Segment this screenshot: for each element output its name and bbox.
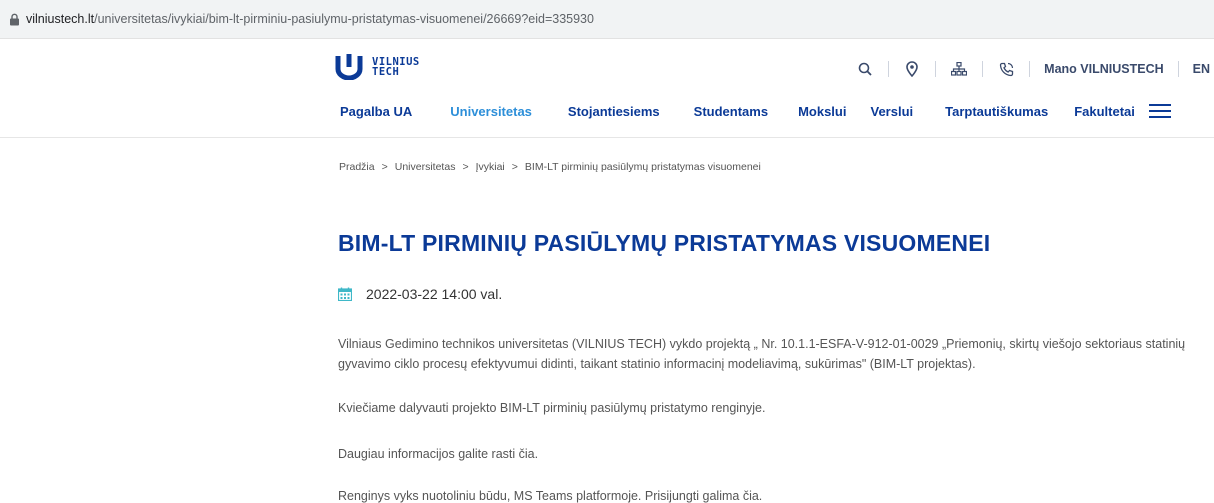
divider	[1177, 61, 1179, 77]
divider	[888, 61, 890, 77]
url-text[interactable]: vilniustech.lt/universitetas/ivykiai/bim…	[26, 12, 594, 26]
nav-item-stojantiesiems[interactable]: Stojantiesiems	[568, 104, 660, 119]
breadcrumb-item[interactable]: Universitetas	[395, 161, 456, 173]
calendar-icon	[338, 287, 352, 301]
logo-line-2: TECH	[372, 66, 400, 78]
divider	[935, 61, 937, 77]
breadcrumb-item[interactable]: Pradžia	[339, 161, 375, 173]
address-bar[interactable]: vilniustech.lt/universitetas/ivykiai/bim…	[0, 0, 1214, 39]
search-icon[interactable]	[856, 60, 874, 78]
nav-item-universitetas[interactable]: Universitetas	[450, 104, 532, 119]
page-title: BIM-LT PIRMINIŲ PASIŪLYMŲ PRISTATYMAS VI…	[338, 230, 991, 256]
breadcrumb-separator: >	[381, 161, 388, 173]
breadcrumb: Pradžia > Universitetas > Įvykiai > BIM-LT pir…	[339, 161, 761, 173]
nav-item-tarptautiskumas[interactable]: Tarptautiškumas	[945, 104, 1048, 119]
event-date-text: 2022-03-22 14:00 val.	[366, 286, 503, 302]
article-paragraph: Renginys vyks nuotoliniu būdu, MS Teams …	[338, 489, 763, 503]
event-date: 2022-03-22 14:00 val.	[338, 286, 502, 302]
hamburger-menu-icon[interactable]	[1148, 104, 1171, 118]
nav-item-fakultetai[interactable]: Fakultetai	[1074, 104, 1135, 119]
mano-vilniustech-link[interactable]: Mano VILNIUSTECH	[1044, 62, 1163, 76]
nav-item-pagalba-ua[interactable]: Pagalba UA	[340, 104, 412, 119]
nav-item-verslui[interactable]: Verslui	[870, 104, 913, 119]
url-domain: vilniustech.lt	[26, 12, 95, 26]
utility-bar: Mano VILNIUSTECH EN	[856, 59, 1214, 79]
language-switch[interactable]: EN	[1193, 62, 1210, 76]
divider	[982, 61, 984, 77]
sitemap-icon[interactable]	[950, 60, 968, 78]
phone-icon[interactable]	[997, 60, 1015, 78]
location-pin-icon[interactable]	[903, 60, 921, 78]
site-header: VILNIUS TECH Mano VILNIUSTECH EN Pagalba…	[0, 39, 1214, 138]
article-paragraph: Kviečiame dalyvauti projekto BIM-LT pirm…	[338, 401, 766, 415]
main-nav: Pagalba UA Universitetas Stojantiesiems …	[340, 101, 1171, 121]
vilnius-tech-logo[interactable]: VILNIUS TECH	[334, 54, 420, 80]
nav-item-mokslui[interactable]: Mokslui	[798, 104, 846, 119]
divider	[1029, 61, 1031, 77]
breadcrumb-separator: >	[462, 161, 469, 173]
lock-icon	[10, 13, 19, 26]
breadcrumb-separator: >	[511, 161, 518, 173]
breadcrumb-current: BIM-LT pirminių pasiūlymų pristatymas vi…	[524, 161, 761, 173]
logo-mark-icon	[335, 54, 363, 80]
url-path: /universitetas/ivykiai/bim-lt-pirminiu-p…	[94, 12, 594, 26]
logo-text: VILNIUS TECH	[372, 57, 420, 78]
breadcrumb-item[interactable]: Įvykiai	[476, 161, 505, 173]
nav-item-studentams[interactable]: Studentams	[694, 104, 768, 119]
article-paragraph: Vilniaus Gedimino technikos universiteta…	[338, 337, 1186, 371]
article-paragraph: Daugiau informacijos galite rasti čia.	[338, 447, 539, 461]
